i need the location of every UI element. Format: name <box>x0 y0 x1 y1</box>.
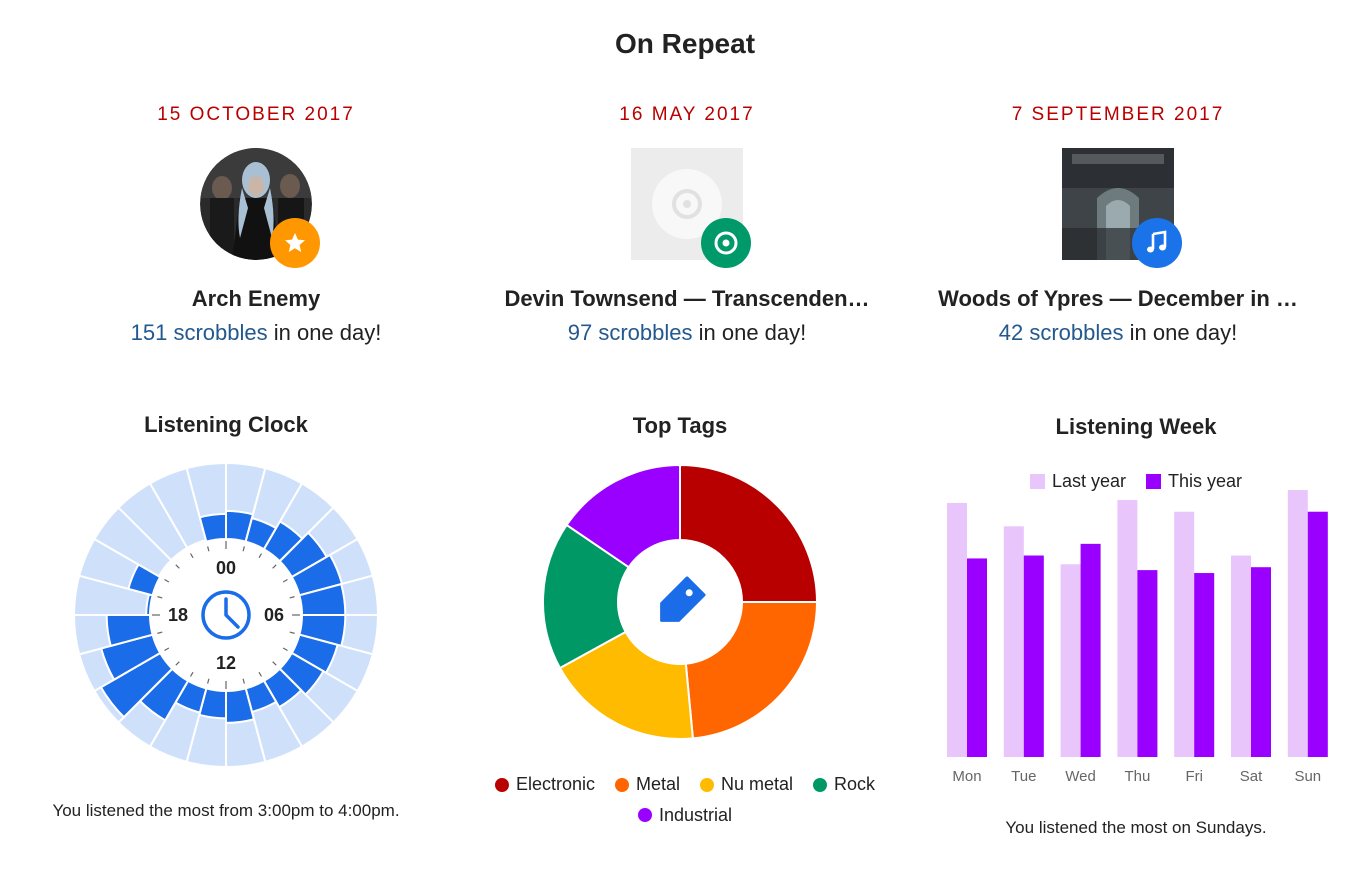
week-day-label: Thu <box>1124 768 1150 785</box>
week-bar-tue-this-year[interactable] <box>1023 555 1044 757</box>
repeat-card-track: 7 SEPTEMBER 2017 Woods of Ypres — Decemb… <box>903 100 1333 346</box>
legend-item-last-year[interactable]: Last year <box>1029 471 1126 492</box>
repeat-count-line: 42 scrobbles in one day! <box>903 320 1333 346</box>
music-note-icon <box>1147 230 1167 253</box>
repeat-date: 7 SEPTEMBER 2017 <box>1011 104 1225 125</box>
week-day-label: Sat <box>1240 768 1263 785</box>
on-repeat-title: On Repeat <box>614 28 756 59</box>
listening-clock-caption: You listened the most from 3:00pm to 4:0… <box>52 801 400 820</box>
listening-week-bar-chart: Mon Tue Wed Thu Fri Sat Sun <box>947 490 1328 785</box>
donut-slice-metal[interactable] <box>684 601 819 740</box>
badge <box>701 218 751 268</box>
week-bar-fri-this-year[interactable] <box>1194 573 1215 757</box>
repeat-card-artist: 15 OCTOBER 2017 Arch Enemy 151 scrobbles… <box>41 100 471 346</box>
week-day-label: Wed <box>1065 768 1096 785</box>
legend-item-metal[interactable]: Metal <box>614 774 680 795</box>
legend-item-rock[interactable]: Rock <box>813 774 875 795</box>
disc-icon <box>714 231 738 255</box>
listening-clock-chart: 00 06 12 18 <box>72 461 380 769</box>
scrobbles-link[interactable]: 42 scrobbles <box>999 320 1124 345</box>
repeat-card-album: 16 MAY 2017 Devin Townsend — Transcenden… <box>472 100 902 346</box>
clock-label-right: 06 <box>264 605 284 625</box>
listening-clock-title: Listening Clock <box>144 412 308 437</box>
tag-icon <box>660 576 706 622</box>
top-tags-title: Top Tags <box>632 413 728 438</box>
week-day-label: Mon <box>952 768 981 785</box>
scrobbles-link[interactable]: 97 scrobbles <box>568 320 693 345</box>
week-bar-tue-last-year[interactable] <box>1003 526 1024 757</box>
top-tags-donut-chart <box>542 463 819 740</box>
legend-label: Industrial <box>658 804 733 825</box>
week-day-label: Fri <box>1185 768 1203 785</box>
legend-swatch <box>637 808 652 822</box>
scrobbles-link[interactable]: 151 scrobbles <box>131 320 268 345</box>
repeat-count-line: 97 scrobbles in one day! <box>472 320 902 346</box>
badge <box>270 218 320 268</box>
repeat-suffix: in one day! <box>692 320 807 345</box>
repeat-suffix: in one day! <box>1123 320 1238 345</box>
legend-item-electronic[interactable]: Electronic <box>494 774 595 795</box>
repeat-name[interactable]: Arch Enemy <box>41 286 471 312</box>
legend-swatch <box>700 777 714 792</box>
week-bar-thu-this-year[interactable] <box>1137 570 1158 757</box>
top-tags-legend: Electronic Metal Nu metal Rock Industrial <box>440 774 930 827</box>
legend-item-nu-metal[interactable]: Nu metal <box>700 774 793 795</box>
week-bar-sat-last-year[interactable] <box>1231 555 1251 757</box>
legend-swatch <box>1146 474 1161 489</box>
legend-label: Last year <box>1051 471 1126 491</box>
repeat-date: 15 OCTOBER 2017 <box>157 104 355 125</box>
legend-item-this-year[interactable]: This year <box>1146 471 1242 492</box>
week-bar-sat-this-year[interactable] <box>1251 567 1271 757</box>
legend-label: Rock <box>834 774 876 794</box>
legend-swatch <box>614 777 629 792</box>
star-icon <box>285 233 305 252</box>
week-bar-thu-last-year[interactable] <box>1117 500 1138 757</box>
week-day-label: Tue <box>1011 768 1036 785</box>
week-bar-wed-last-year[interactable] <box>1060 564 1081 757</box>
repeat-name[interactable]: Woods of Ypres — December in … <box>903 286 1333 312</box>
week-day-label: Sun <box>1294 768 1321 785</box>
repeat-count-line: 151 scrobbles in one day! <box>41 320 471 346</box>
repeat-date: 16 MAY 2017 <box>619 104 755 125</box>
repeat-suffix: in one day! <box>267 320 382 345</box>
legend-swatch <box>1029 474 1045 489</box>
legend-item-industrial[interactable]: Industrial <box>637 804 733 826</box>
repeat-name[interactable]: Devin Townsend — Transcenden… <box>472 286 902 312</box>
badge <box>1132 218 1182 268</box>
donut-slice-electronic[interactable] <box>679 463 819 603</box>
legend-swatch <box>813 777 828 792</box>
listening-week-title: Listening Week <box>1055 414 1217 439</box>
legend-row: Industrial <box>440 805 930 828</box>
listening-week-caption: You listened the most on Sundays. <box>1005 818 1267 837</box>
week-bar-mon-this-year[interactable] <box>967 558 987 757</box>
legend-label: Metal <box>635 774 680 794</box>
week-bar-mon-last-year[interactable] <box>947 502 967 757</box>
clock-label-top: 00 <box>216 558 236 578</box>
legend-label: Electronic <box>515 774 595 794</box>
clock-label-left: 18 <box>168 605 188 625</box>
legend-label: Nu metal <box>721 774 794 794</box>
week-bar-sun-this-year[interactable] <box>1307 511 1328 757</box>
legend-swatch <box>494 777 509 792</box>
clock-label-bottom: 12 <box>216 653 236 673</box>
week-bar-fri-last-year[interactable] <box>1174 511 1195 757</box>
legend-label: This year <box>1168 471 1243 491</box>
week-bar-wed-this-year[interactable] <box>1080 543 1101 757</box>
legend-row: Electronic Metal Nu metal Rock <box>440 774 930 797</box>
week-bar-sun-last-year[interactable] <box>1287 490 1308 757</box>
